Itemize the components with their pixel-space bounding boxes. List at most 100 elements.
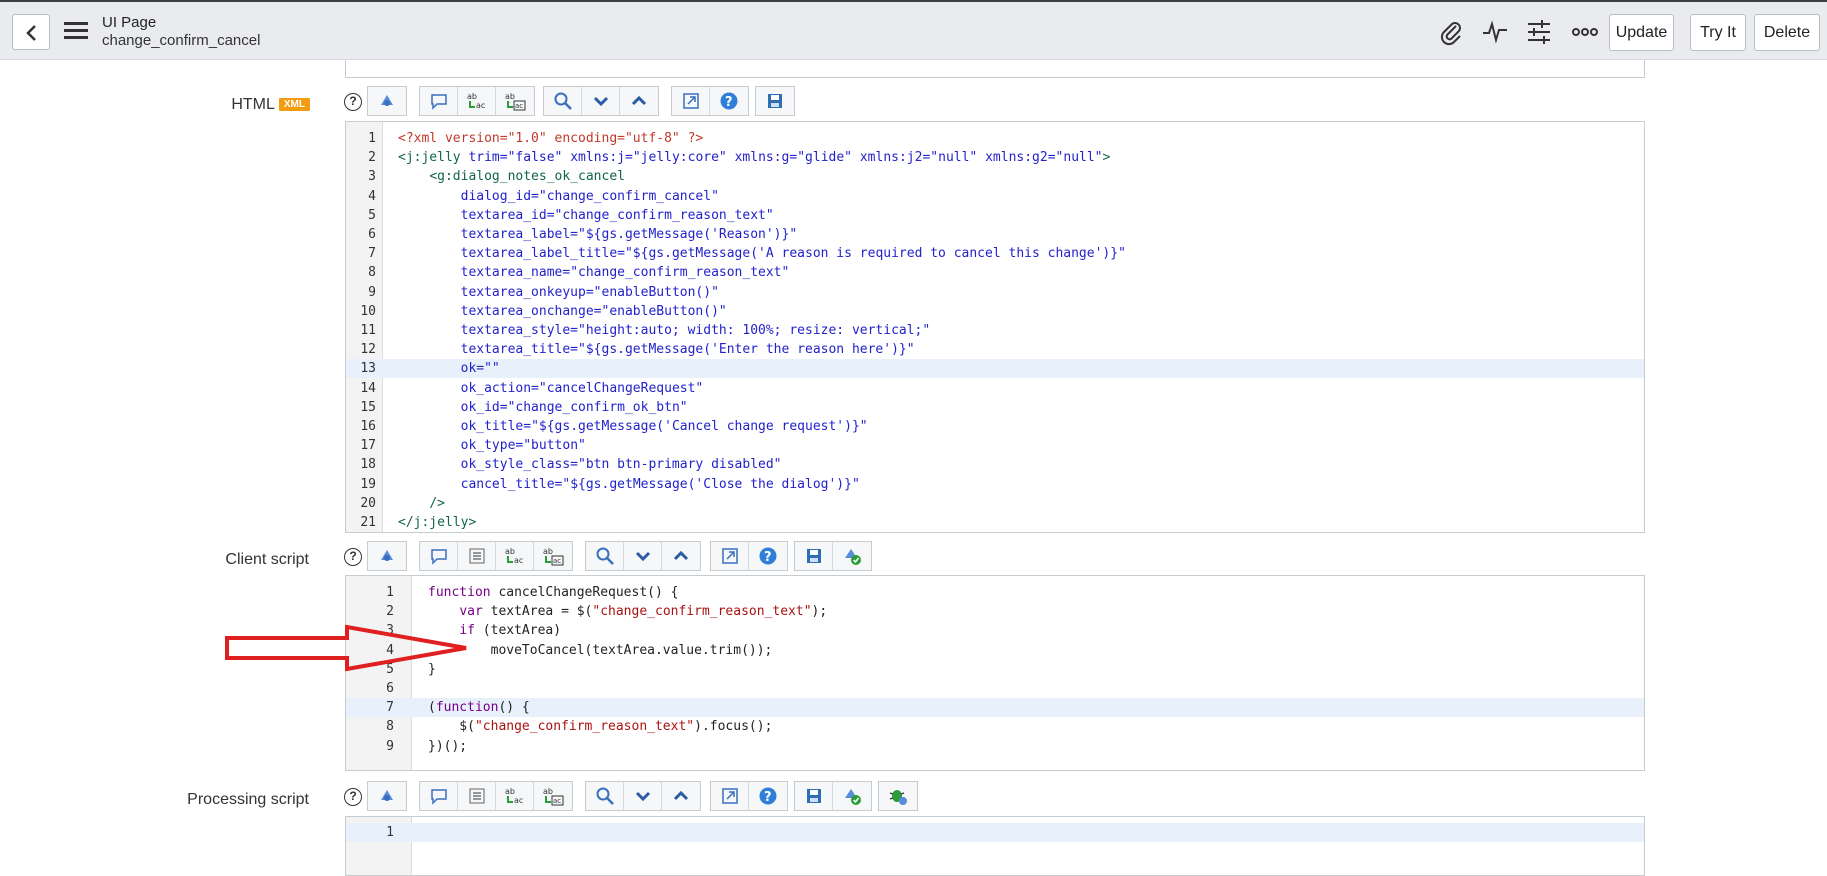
code-text: textarea_onkeyup="enableButton()" (398, 284, 719, 300)
code-line[interactable]: 12 textarea_title="${gs.getMessage('Ente… (346, 340, 1644, 359)
help-button[interactable]: ? (710, 87, 748, 115)
replace-button[interactable]: ab ac (458, 87, 496, 115)
code-line[interactable]: 8 $("change_confirm_reason_text").focus(… (346, 717, 1644, 736)
html-code-editor[interactable]: 1 <?xml version="1.0" encoding="utf-8" ?>… (345, 121, 1645, 533)
code-text: textarea_title="${gs.getMessage('Enter t… (398, 342, 915, 358)
code-line[interactable]: 1 <?xml version="1.0" encoding="utf-8" ?> (346, 129, 1644, 148)
replace-button[interactable]: ab ac (496, 782, 534, 810)
chevron-up-icon (673, 790, 689, 801)
code-line[interactable]: 10 textarea_onchange="enableButton()" (346, 302, 1644, 321)
processing-script-label: Processing script (187, 791, 309, 808)
syntax-check-button[interactable] (833, 782, 871, 810)
code-line[interactable]: 2 var textArea = $("change_confirm_reaso… (346, 602, 1644, 621)
code-line[interactable]: 15 ok_id="change_confirm_ok_btn" (346, 398, 1644, 417)
update-button[interactable]: Update (1609, 14, 1674, 51)
code-line[interactable]: 19 cancel_title="${gs.getMessage('Close … (346, 475, 1644, 494)
syntax-check-button[interactable] (833, 542, 871, 570)
svg-text:?: ? (764, 550, 772, 565)
fullscreen-button[interactable] (672, 87, 710, 115)
code-text: function cancelChangeRequest() { (428, 585, 679, 600)
line-number: 9 (368, 284, 376, 300)
search-button[interactable] (586, 782, 624, 810)
code-line[interactable]: 16 ok_title="${gs.getMessage('Cancel cha… (346, 417, 1644, 436)
delete-button[interactable]: Delete (1754, 14, 1820, 51)
code-line[interactable]: 6 (346, 679, 1644, 698)
replace-all-button[interactable]: ab ac (534, 782, 572, 810)
code-line[interactable]: 20 /> (346, 494, 1644, 513)
html-toolbar-group-4: ? (671, 86, 749, 116)
code-text: /> (429, 495, 445, 511)
code-line[interactable]: 5 textarea_id="change_confirm_reason_tex… (346, 206, 1644, 225)
find-next-button[interactable] (624, 782, 662, 810)
comment-button[interactable] (420, 87, 458, 115)
processing-help-icon[interactable]: ? (344, 788, 362, 806)
format-code-button[interactable] (368, 782, 406, 810)
code-line[interactable]: 5} (346, 660, 1644, 679)
code-text: moveToCancel(textArea.value.trim()); (428, 642, 773, 658)
line-number: 8 (386, 719, 394, 735)
html-field-label: HTML XML (0, 96, 310, 114)
code-line[interactable]: 4 moveToCancel(textArea.value.trim()); (346, 641, 1644, 660)
replace-icon: abac (505, 547, 523, 565)
search-button[interactable] (586, 542, 624, 570)
find-next-button[interactable] (624, 542, 662, 570)
save-button[interactable] (795, 542, 833, 570)
hamburger-menu-icon[interactable] (64, 22, 88, 40)
client-toolbar-group-3 (585, 541, 701, 571)
code-line[interactable]: 3 <g:dialog_notes_ok_cancel (346, 167, 1644, 186)
fullscreen-button[interactable] (711, 542, 749, 570)
back-button[interactable] (12, 14, 50, 50)
help-button[interactable]: ? (749, 782, 787, 810)
save-button[interactable] (756, 87, 794, 115)
find-previous-button[interactable] (620, 87, 658, 115)
replace-button[interactable]: ab ac (496, 542, 534, 570)
code-text: </j:jelly> (398, 515, 477, 530)
replace-all-button[interactable]: ab ac (534, 542, 572, 570)
try-it-button[interactable]: Try It (1690, 14, 1746, 51)
code-text: })(); (428, 738, 468, 754)
comment-button[interactable] (420, 782, 458, 810)
replace-all-button[interactable]: ab ac (496, 87, 534, 115)
settings-sliders-icon[interactable] (1525, 18, 1553, 46)
format-text-button[interactable] (458, 542, 496, 570)
format-code-button[interactable] (368, 542, 406, 570)
debug-button[interactable] (879, 782, 917, 810)
html-help-icon[interactable]: ? (344, 93, 362, 111)
format-text-button[interactable] (458, 782, 496, 810)
find-previous-button[interactable] (662, 782, 700, 810)
code-line[interactable]: 1 (346, 823, 1644, 842)
processing-script-editor[interactable]: 1 (345, 816, 1645, 876)
code-line[interactable]: 2 <j:jelly trim="false" xmlns:j="jelly:co… (346, 148, 1644, 167)
client-script-editor[interactable]: 1 function cancelChangeRequest() {2 var t… (345, 575, 1645, 771)
svg-text:ac: ac (515, 102, 523, 110)
code-line[interactable]: 6 textarea_label="${gs.getMessage('Reaso… (346, 225, 1644, 244)
code-line[interactable]: 17 ok_type="button" (346, 436, 1644, 455)
search-button[interactable] (544, 87, 582, 115)
code-line[interactable]: 21 </j:jelly> (346, 513, 1644, 532)
activity-icon[interactable] (1481, 18, 1509, 46)
fullscreen-button[interactable] (711, 782, 749, 810)
code-line[interactable]: 9 textarea_onkeyup="enableButton()" (346, 283, 1644, 302)
code-line[interactable]: 1 function cancelChangeRequest() { (346, 583, 1644, 602)
code-line[interactable]: 11 textarea_style="height:auto; width: 1… (346, 321, 1644, 340)
find-previous-button[interactable] (662, 542, 700, 570)
find-next-button[interactable] (582, 87, 620, 115)
comment-button[interactable] (420, 542, 458, 570)
code-line[interactable]: 14 ok_action="cancelChangeRequest" (346, 379, 1644, 398)
more-options-icon[interactable] (1571, 18, 1599, 46)
code-line[interactable]: 18 ok_style_class="btn btn-primary disab… (346, 455, 1644, 474)
code-line[interactable]: 9})(); (346, 737, 1644, 756)
format-code-button[interactable] (368, 87, 406, 115)
search-icon (554, 92, 572, 110)
code-line[interactable]: 8 textarea_name="change_confirm_reason_t… (346, 263, 1644, 282)
code-line[interactable]: 3 if (textArea) (346, 621, 1644, 640)
client-help-icon[interactable]: ? (344, 548, 362, 566)
help-button[interactable]: ? (749, 542, 787, 570)
save-button[interactable] (795, 782, 833, 810)
code-line[interactable]: 7 textarea_label_title="${gs.getMessage(… (346, 244, 1644, 263)
line-number: 4 (368, 188, 376, 204)
paperclip-icon[interactable] (1437, 18, 1465, 46)
code-line[interactable]: 13 ok="" (346, 359, 1644, 379)
code-line[interactable]: 7 (function() { (346, 698, 1644, 718)
code-line[interactable]: 4 dialog_id="change_confirm_cancel" (346, 187, 1644, 206)
